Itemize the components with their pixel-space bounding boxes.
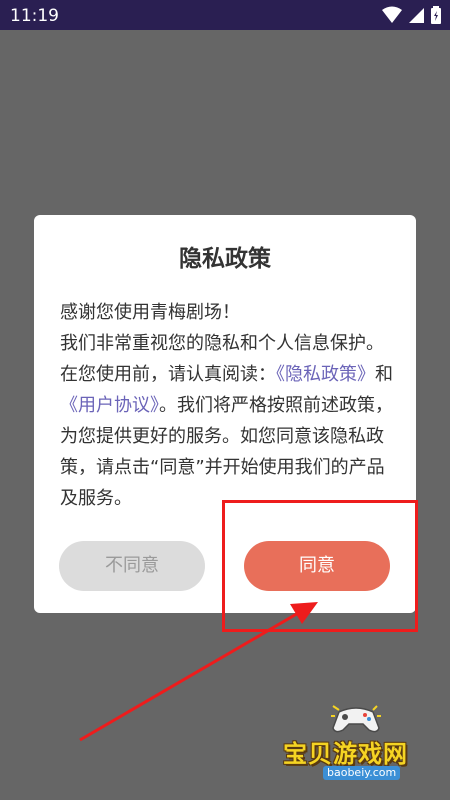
watermark-text: 宝贝游戏网 xyxy=(283,740,408,768)
annotation-arrow xyxy=(79,602,318,742)
gamepad-icon xyxy=(331,705,381,733)
watermark-logo: 宝贝游戏网 baobeiy.com xyxy=(275,700,445,790)
watermark-url: baobeiy.com xyxy=(323,766,401,780)
